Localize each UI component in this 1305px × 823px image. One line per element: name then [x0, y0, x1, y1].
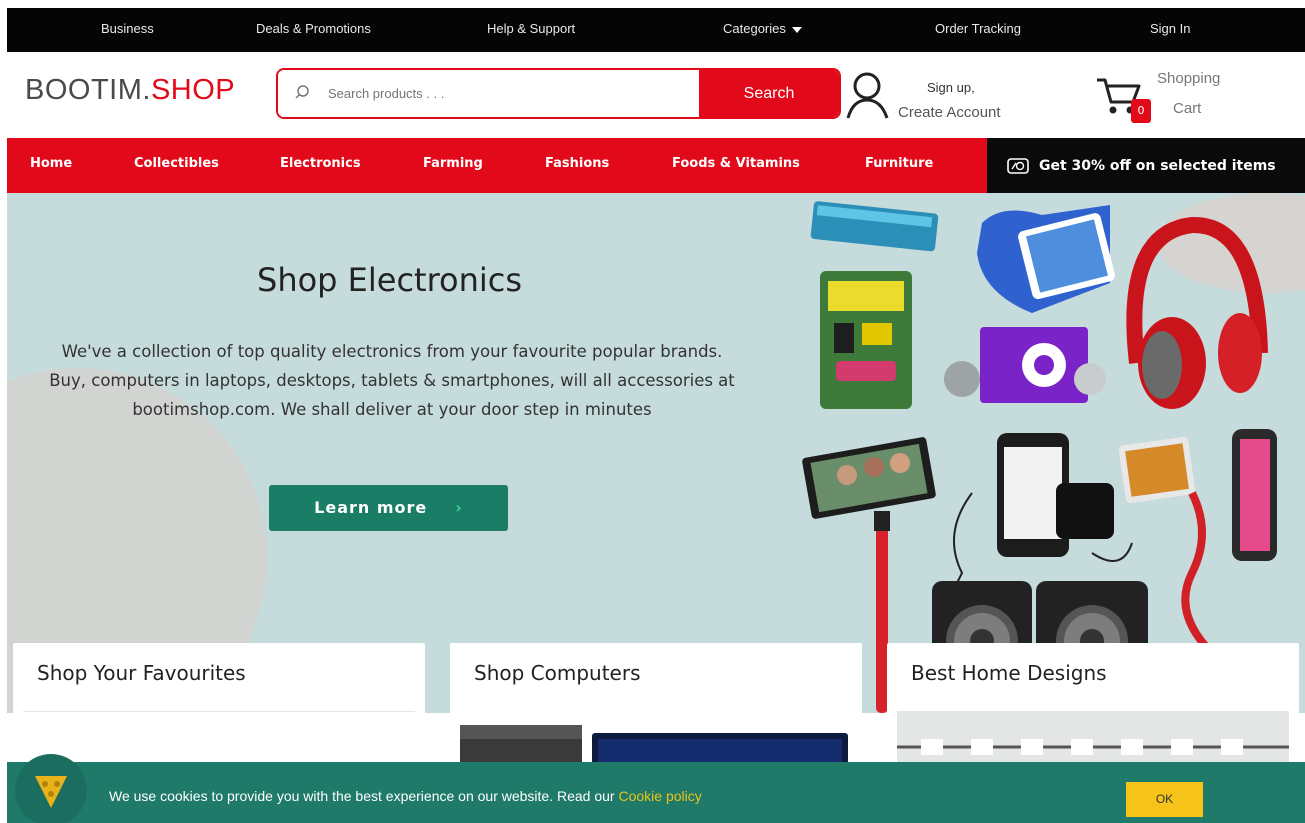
card-title: Best Home Designs — [911, 661, 1107, 685]
cookie-icon — [35, 776, 67, 808]
cookie-policy-link[interactable]: Cookie policy — [618, 788, 701, 804]
top-bar: Business Deals & Promotions Help & Suppo… — [7, 8, 1305, 52]
promo-text: Get 30% off on selected items — [1039, 157, 1276, 174]
site-logo[interactable]: BOOTIM.SHOP — [25, 74, 235, 107]
nav-item-collectibles[interactable]: Collectibles — [134, 156, 219, 171]
hero-title: Shop Electronics — [257, 261, 523, 299]
cookie-text: We use cookies to provide you with the b… — [109, 788, 619, 804]
nav-item-electronics[interactable]: Electronics — [280, 156, 361, 171]
nav-item-farming[interactable]: Farming — [423, 156, 483, 171]
create-account-link[interactable]: Create Account — [898, 104, 1001, 121]
topbar-help-link[interactable]: Help & Support — [487, 21, 575, 36]
cart-count-badge: 0 — [1131, 99, 1151, 123]
search-icon — [295, 85, 309, 99]
caret-down-icon — [791, 26, 802, 33]
cookie-consent-bar: We use cookies to provide you with the b… — [7, 754, 1305, 823]
electronics-products-image — [802, 201, 1277, 713]
search-button[interactable]: Search — [699, 70, 839, 117]
hero-description: We've a collection of top quality electr… — [49, 342, 735, 419]
main-nav: Home Collectibles Electronics Farming Fa… — [7, 138, 1305, 193]
search-input[interactable] — [278, 70, 699, 117]
site-header: BOOTIM.SHOP Search Sign up, Create Accou… — [7, 52, 1305, 138]
learn-more-label: Learn more — [314, 498, 428, 517]
search-form: Search — [276, 68, 841, 119]
promo-banner[interactable]: Get 30% off on selected items — [987, 138, 1305, 193]
topbar-business-link[interactable]: Business — [101, 21, 154, 36]
page: Business Deals & Promotions Help & Suppo… — [0, 0, 1305, 823]
user-icon[interactable] — [845, 70, 891, 120]
cart-label-line2[interactable]: Cart — [1173, 100, 1201, 117]
learn-more-button[interactable]: Learn more › — [269, 485, 508, 531]
card-title: Shop Computers — [474, 661, 641, 685]
nav-item-fashions[interactable]: Fashions — [545, 156, 609, 171]
topbar-sign-in-link[interactable]: Sign In — [1150, 21, 1190, 36]
cookie-badge — [15, 754, 87, 823]
nav-item-furniture[interactable]: Furniture — [865, 156, 933, 171]
nav-item-home[interactable]: Home — [30, 156, 72, 171]
cart-label-line1[interactable]: Shopping — [1157, 70, 1220, 87]
topbar-deals-link[interactable]: Deals & Promotions — [256, 21, 371, 36]
topbar-categories-label: Categories — [723, 21, 786, 36]
cookie-ok-button[interactable]: OK — [1126, 782, 1203, 817]
signup-link[interactable]: Sign up, — [927, 80, 975, 95]
nav-item-foods-vitamins[interactable]: Foods & Vitamins — [672, 156, 800, 171]
logo-text-part1: BOOTIM. — [25, 74, 151, 106]
logo-text-part2: SHOP — [150, 74, 236, 106]
cookie-message: We use cookies to provide you with the b… — [109, 788, 702, 804]
topbar-categories-dropdown[interactable]: Categories — [723, 21, 802, 36]
card-divider — [23, 711, 415, 712]
hero-banner: Shop Electronics We've a collection of t… — [7, 193, 1305, 713]
topbar-order-tracking-link[interactable]: Order Tracking — [935, 21, 1021, 36]
coupon-icon — [1007, 157, 1029, 174]
chevron-right-icon: › — [455, 498, 463, 517]
card-title: Shop Your Favourites — [37, 661, 246, 685]
